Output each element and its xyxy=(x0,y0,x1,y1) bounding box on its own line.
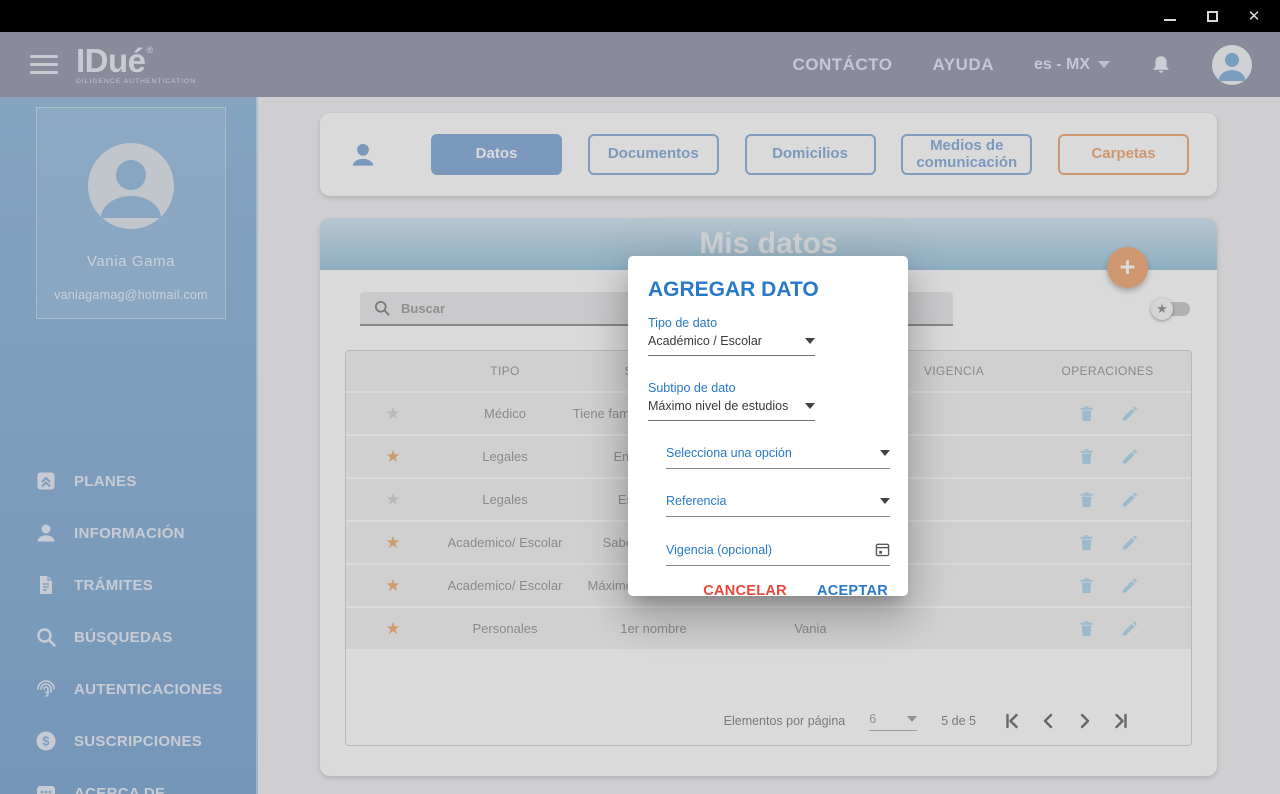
cancel-button[interactable]: CANCELAR xyxy=(703,583,787,599)
opcion-placeholder: Selecciona una opción xyxy=(666,446,792,460)
chevron-down-icon xyxy=(805,338,815,344)
subtipo-de-dato-value: Máximo nivel de estudios xyxy=(648,399,788,413)
dialog-title: AGREGAR DATO xyxy=(648,278,888,302)
subtipo-de-dato-label: Subtipo de dato xyxy=(648,381,888,395)
opcion-select[interactable]: Selecciona una opción xyxy=(666,446,890,469)
chevron-down-icon xyxy=(880,498,890,504)
chevron-down-icon xyxy=(880,450,890,456)
calendar-icon[interactable] xyxy=(875,542,890,557)
agregar-dato-dialog: AGREGAR DATO Tipo de dato Académico / Es… xyxy=(628,256,908,596)
tipo-de-dato-select[interactable]: Académico / Escolar xyxy=(648,334,815,356)
referencia-placeholder: Referencia xyxy=(666,494,726,508)
accept-button[interactable]: ACEPTAR xyxy=(817,583,888,599)
referencia-select[interactable]: Referencia xyxy=(666,494,890,517)
tipo-de-dato-value: Académico / Escolar xyxy=(648,334,762,348)
vigencia-date-field[interactable]: Vigencia (opcional) xyxy=(666,542,890,566)
tipo-de-dato-label: Tipo de dato xyxy=(648,316,888,330)
chevron-down-icon xyxy=(805,403,815,409)
vigencia-placeholder: Vigencia (opcional) xyxy=(666,543,772,557)
subtipo-de-dato-select[interactable]: Máximo nivel de estudios xyxy=(648,399,815,421)
